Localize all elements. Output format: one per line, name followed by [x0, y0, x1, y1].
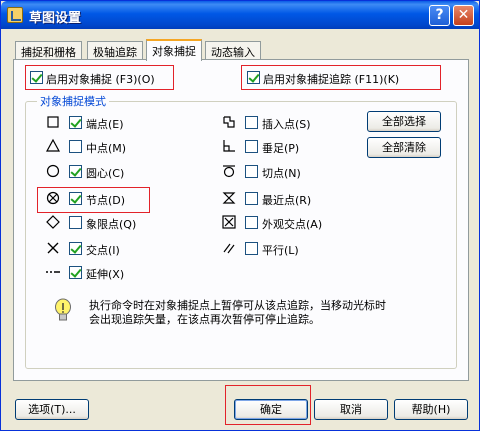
parallel-label: 平行(L)	[262, 244, 299, 257]
lightbulb-icon	[53, 298, 73, 324]
midpoint-icon	[45, 138, 61, 154]
node-checkbox[interactable]	[69, 192, 82, 205]
midpoint-checkbox[interactable]	[69, 140, 82, 153]
title-bar[interactable]: 草图设置 ? ✕	[1, 1, 479, 29]
tab-polar-tracking[interactable]: 极轴追踪	[87, 41, 143, 60]
sketch-settings-dialog: 草图设置 ? ✕ 捕捉和栅格 极轴追踪 对象捕捉 动态输入 启用对象捕捉 (F3…	[0, 0, 480, 431]
apparent-intersection-checkbox[interactable]	[245, 216, 258, 229]
info-line-2: 会出现追踪矢量，在该点再次暂停可停止追踪。	[89, 313, 320, 326]
extension-checkbox[interactable]	[69, 266, 82, 279]
select-all-button[interactable]: 全部选择	[367, 111, 441, 132]
quadrant-label: 象限点(Q)	[86, 218, 137, 231]
tangent-icon	[221, 163, 237, 179]
app-icon	[7, 7, 23, 23]
insertion-checkbox[interactable]	[245, 116, 258, 129]
center-label: 圆心(C)	[86, 167, 125, 180]
endpoint-label: 端点(E)	[86, 118, 124, 131]
extension-icon	[45, 264, 61, 280]
perpendicular-label: 垂足(P)	[262, 142, 300, 155]
ok-button[interactable]: 确定	[234, 399, 308, 420]
intersection-icon	[45, 240, 61, 256]
nearest-icon	[221, 190, 237, 206]
perpendicular-icon	[221, 138, 237, 154]
close-button[interactable]: ✕	[453, 5, 474, 26]
parallel-icon	[221, 240, 237, 256]
tangent-label: 切点(N)	[262, 167, 301, 180]
center-checkbox[interactable]	[69, 165, 82, 178]
tab-object-snap[interactable]: 对象捕捉	[146, 39, 202, 61]
insertion-icon	[221, 114, 237, 130]
node-label: 节点(D)	[86, 194, 126, 207]
parallel-checkbox[interactable]	[245, 242, 258, 255]
center-icon	[45, 163, 61, 179]
apparent-intersection-label: 外观交点(A)	[262, 218, 323, 231]
midpoint-label: 中点(M)	[86, 142, 127, 155]
endpoint-icon	[45, 114, 61, 130]
tangent-checkbox[interactable]	[245, 165, 258, 178]
snap-modes-title: 对象捕捉模式	[37, 93, 109, 109]
insertion-label: 插入点(S)	[262, 118, 311, 131]
tab-snap-grid[interactable]: 捕捉和栅格	[15, 41, 82, 60]
help-title-button[interactable]: ?	[429, 5, 450, 26]
nearest-checkbox[interactable]	[245, 192, 258, 205]
tab-dynamic-input[interactable]: 动态输入	[205, 41, 261, 60]
window-title: 草图设置	[29, 11, 82, 26]
intersection-label: 交点(I)	[86, 244, 120, 257]
info-text: 执行命令时在对象捕捉点上暂停可从该点追踪，当移动光标时 会出现追踪矢量，在该点再…	[89, 299, 449, 327]
help-button[interactable]: 帮助(H)	[394, 399, 468, 420]
quadrant-icon	[45, 214, 61, 230]
nearest-label: 最近点(R)	[262, 194, 312, 207]
apparent-intersection-icon	[221, 214, 237, 230]
clear-all-button[interactable]: 全部清除	[367, 137, 441, 158]
perpendicular-checkbox[interactable]	[245, 140, 258, 153]
snap-on-label: 启用对象捕捉 (F3)(O)	[46, 73, 155, 86]
intersection-checkbox[interactable]	[69, 242, 82, 255]
options-button[interactable]: 选项(T)...	[15, 399, 89, 420]
tracking-on-label: 启用对象捕捉追踪 (F11)(K)	[263, 73, 400, 86]
tracking-on-checkbox[interactable]	[247, 71, 260, 84]
cancel-button[interactable]: 取消	[314, 399, 388, 420]
quadrant-checkbox[interactable]	[69, 216, 82, 229]
snap-on-checkbox[interactable]	[30, 71, 43, 84]
extension-label: 延伸(X)	[86, 268, 125, 281]
endpoint-checkbox[interactable]	[69, 116, 82, 129]
info-line-1: 执行命令时在对象捕捉点上暂停可从该点追踪，当移动光标时	[89, 299, 386, 312]
